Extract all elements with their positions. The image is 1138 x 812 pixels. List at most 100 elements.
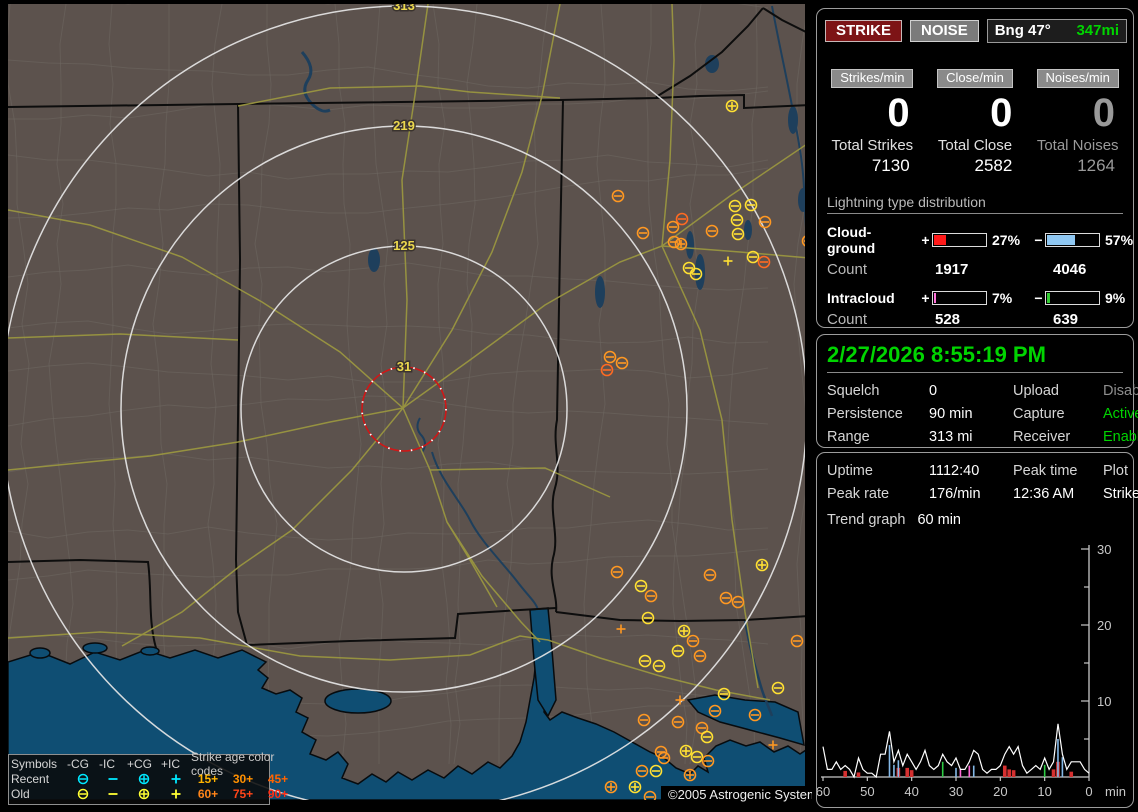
- trend-x-unit: min: [1105, 784, 1126, 799]
- close-per-min-button[interactable]: Close/min: [937, 69, 1013, 88]
- trend-graph-label: Trend graph: [827, 512, 906, 528]
- trend-xtick-60: 60: [817, 784, 830, 799]
- peak-time-value: 12:36 AM: [1013, 486, 1075, 502]
- plus-sign: +: [921, 232, 930, 248]
- age-90: 90+: [267, 786, 289, 801]
- count-label: Count: [827, 311, 868, 328]
- ic-negative-bar: [1045, 291, 1100, 305]
- cloud-ground-row: Cloud-ground + 27% − 57%: [827, 224, 1133, 256]
- uptime-label: Uptime: [827, 463, 873, 479]
- trend-xtick-10: 10: [1037, 784, 1051, 799]
- counters-panel: STRIKE NOISE Bng 47° 347mi Strikes/min 0…: [816, 8, 1134, 328]
- old-cg-pos-icon: [127, 787, 161, 801]
- total-strikes-value: 7130: [871, 156, 910, 175]
- age-45: 45+: [267, 771, 289, 786]
- age-75: 75+: [232, 786, 254, 801]
- count-label: Count: [827, 261, 868, 278]
- receiver-label: Receiver: [1013, 429, 1071, 445]
- ic-positive-count: 528: [935, 311, 961, 328]
- strikes-per-min-value: 0: [887, 91, 910, 135]
- old-cg-neg-icon: [67, 787, 99, 801]
- strike-cg-pos-symbol: [604, 780, 618, 794]
- trend-xtick-50: 50: [860, 784, 874, 799]
- trend-xtick-30: 30: [949, 784, 963, 799]
- trend-xtick-0: 0: [1085, 784, 1092, 799]
- intracloud-counts: Count 528 639: [827, 311, 1123, 328]
- map-legend: Symbols -CG -IC +CG +IC Strike age color…: [8, 750, 288, 805]
- old-ic-pos-icon: [161, 787, 191, 801]
- noise-button[interactable]: NOISE: [910, 20, 979, 42]
- datetime-display: 2/27/2026 8:55:19 PM: [827, 342, 1046, 367]
- ring-label-125: 125: [393, 238, 415, 253]
- strike-cg-pos-symbol: [725, 99, 739, 113]
- peak-rate-value: 176/min: [929, 486, 981, 502]
- ring-label-31: 31: [397, 359, 411, 374]
- legend-symbols-header: Symbols: [11, 756, 58, 771]
- trend-xtick-40: 40: [904, 784, 918, 799]
- noises-per-min-value: 0: [1092, 91, 1116, 135]
- bearing-display[interactable]: Bng 47° 347mi: [986, 19, 1127, 43]
- cloud-ground-counts: Count 1917 4046: [827, 261, 1123, 278]
- cg-positive-count: 1917: [935, 261, 969, 278]
- ic-positive-pct: 7%: [992, 290, 1013, 306]
- plus-sign: +: [921, 290, 930, 306]
- recent-ic-neg-icon: [99, 772, 127, 786]
- trend-ytick-10: 10: [1097, 694, 1111, 709]
- minus-sign: −: [1034, 232, 1043, 248]
- capture-status: Active: [1103, 406, 1138, 422]
- age-15: 15+: [197, 771, 219, 786]
- capture-label: Capture: [1013, 406, 1065, 422]
- noises-meter: Noises/min 0 Total Noises 1264: [1026, 69, 1129, 176]
- cloud-ground-label: Cloud-ground: [827, 224, 876, 256]
- strike-button[interactable]: STRIKE: [825, 20, 903, 42]
- peak-rate-label: Peak rate: [827, 486, 890, 502]
- persistence-value: 90 min: [929, 406, 973, 422]
- lake-pontchartrain: [324, 688, 392, 714]
- lightning-distribution: Lightning type distribution Cloud-ground…: [827, 194, 1133, 328]
- cg-negative-pct: 57%: [1105, 232, 1134, 248]
- receiver-status: Enabled: [1103, 429, 1138, 445]
- cg-negative-bar: [1045, 233, 1100, 247]
- lightning-map[interactable]: 31 125 219 313: [0, 0, 812, 812]
- old-ic-neg-icon: [99, 787, 127, 801]
- range-value: 313 mi: [929, 429, 973, 445]
- trend-xtick-20: 20: [993, 784, 1007, 799]
- legend-old-label: Old: [11, 786, 30, 801]
- lake: [29, 647, 51, 659]
- squelch-label: Squelch: [827, 383, 880, 399]
- plot-mode-value: Strike: [1103, 486, 1138, 502]
- copyright-text: ©2005 Astrogenic Systems: [661, 786, 832, 805]
- upload-label: Upload: [1013, 383, 1059, 399]
- intracloud-label: Intracloud: [827, 290, 895, 306]
- total-close-label: Total Close: [937, 137, 1013, 154]
- noises-per-min-button[interactable]: Noises/min: [1036, 69, 1119, 88]
- trend-graph-value: 60 min: [917, 512, 961, 528]
- ic-negative-pct: 9%: [1105, 290, 1126, 306]
- close-per-min-value: 0: [990, 91, 1013, 135]
- total-close-value: 2582: [974, 156, 1013, 175]
- legend-ic-neg-header: -IC: [99, 756, 115, 771]
- legend-cg-neg-header: -CG: [67, 756, 89, 771]
- side-panel: STRIKE NOISE Bng 47° 347mi Strikes/min 0…: [812, 0, 1138, 812]
- strikes-meter: Strikes/min 0 Total Strikes 7130: [821, 69, 924, 176]
- cg-positive-pct: 27%: [992, 232, 1021, 248]
- lake: [140, 646, 160, 656]
- trend-ytick-20: 20: [1097, 618, 1111, 633]
- total-strikes-label: Total Strikes: [831, 137, 914, 154]
- age-30: 30+: [232, 771, 254, 786]
- trend-ytick-30: 30: [1097, 545, 1111, 557]
- cg-negative-count: 4046: [1053, 261, 1087, 278]
- status-panel: 2/27/2026 8:55:19 PM Squelch 0 Upload Di…: [816, 334, 1138, 448]
- cg-positive-bar: [932, 233, 987, 247]
- ic-negative-count: 639: [1053, 311, 1079, 328]
- strike-cg-pos-symbol: [674, 237, 688, 251]
- close-meter: Close/min 0 Total Close 2582: [924, 69, 1027, 176]
- recent-ic-pos-icon: [161, 772, 191, 786]
- legend-cg-pos-header: +CG: [127, 756, 153, 771]
- trend-graph: 10 20 30 60 50 40 30 20 10 0 min: [817, 545, 1126, 799]
- recent-cg-neg-icon: [67, 772, 99, 786]
- trend-panel: Uptime 1112:40 Peak time Plot Peak rate …: [816, 452, 1138, 808]
- strikes-per-min-button[interactable]: Strikes/min: [831, 69, 914, 88]
- recent-cg-pos-icon: [127, 772, 161, 786]
- uptime-value: 1112:40: [929, 463, 980, 479]
